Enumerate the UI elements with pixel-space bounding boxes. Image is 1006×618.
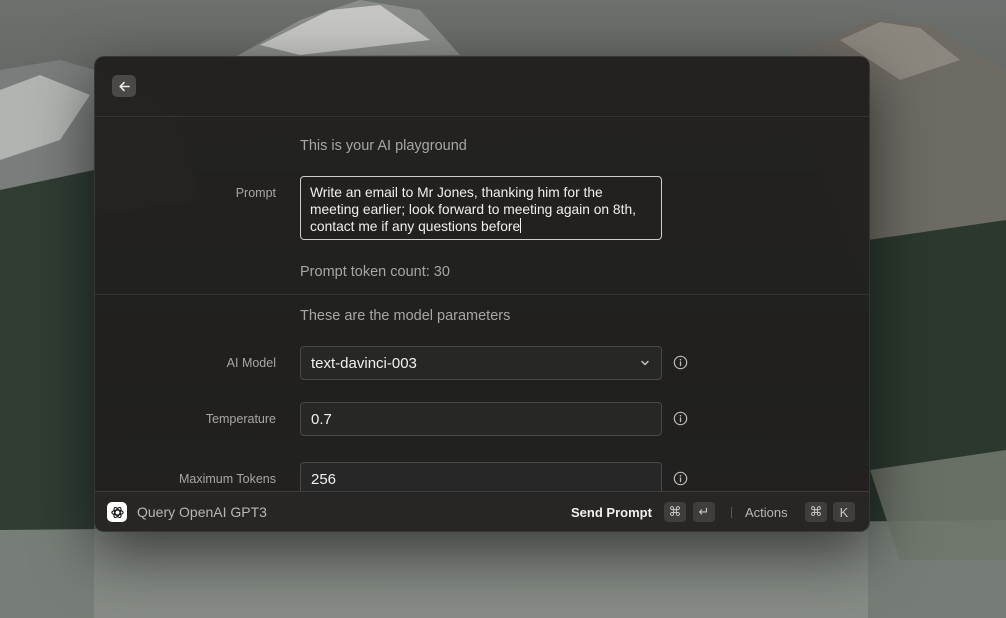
ai-model-dropdown[interactable]: text-davinci-003	[300, 346, 662, 380]
actions-button[interactable]: Actions	[745, 505, 788, 520]
app-icon	[107, 502, 127, 522]
prompt-textarea[interactable]: Write an email to Mr Jones, thanking him…	[300, 176, 662, 240]
back-button[interactable]	[112, 75, 136, 97]
text-caret	[520, 218, 522, 233]
send-prompt-button[interactable]: Send Prompt	[571, 505, 652, 520]
ai-model-info-icon[interactable]	[673, 355, 688, 370]
max-tokens-label: Maximum Tokens	[178, 472, 276, 486]
action-separator	[731, 507, 732, 518]
temperature-info-icon[interactable]	[673, 411, 688, 426]
temperature-input[interactable]: 0.7	[300, 402, 662, 436]
form-content: This is your AI playground Prompt Write …	[95, 117, 869, 491]
temperature-label: Temperature	[205, 412, 276, 426]
openai-logo-icon	[110, 506, 124, 518]
chevron-down-icon	[641, 360, 649, 366]
max-tokens-info-icon[interactable]	[673, 471, 688, 486]
shortcut-key-cmd: ⌘	[664, 502, 686, 522]
prompt-text: Write an email to Mr Jones, thanking him…	[310, 185, 636, 234]
action-bar: Query OpenAI GPT3 Send Prompt ⌘ ↵ Action…	[95, 491, 869, 531]
shortcut-key-enter: ↵	[693, 502, 715, 522]
prompt-label: Prompt	[235, 186, 276, 200]
arrow-left-icon	[118, 81, 130, 91]
ai-model-label: AI Model	[226, 356, 276, 370]
section-divider	[95, 294, 869, 295]
ai-model-value: text-davinci-003	[311, 354, 417, 372]
prompt-section-title: This is your AI playground	[300, 138, 467, 154]
window-header	[95, 57, 869, 117]
prompt-token-count: Prompt token count: 30	[300, 264, 450, 280]
temperature-value: 0.7	[311, 410, 332, 428]
max-tokens-value: 256	[311, 470, 337, 488]
raycast-window: This is your AI playground Prompt Write …	[94, 56, 870, 532]
actions-shortcut-key-k: K	[833, 502, 855, 522]
command-title: Query OpenAI GPT3	[137, 504, 267, 520]
params-section-title: These are the model parameters	[300, 308, 511, 324]
actions-shortcut-key-cmd: ⌘	[805, 502, 827, 522]
max-tokens-input[interactable]: 256	[300, 462, 662, 491]
